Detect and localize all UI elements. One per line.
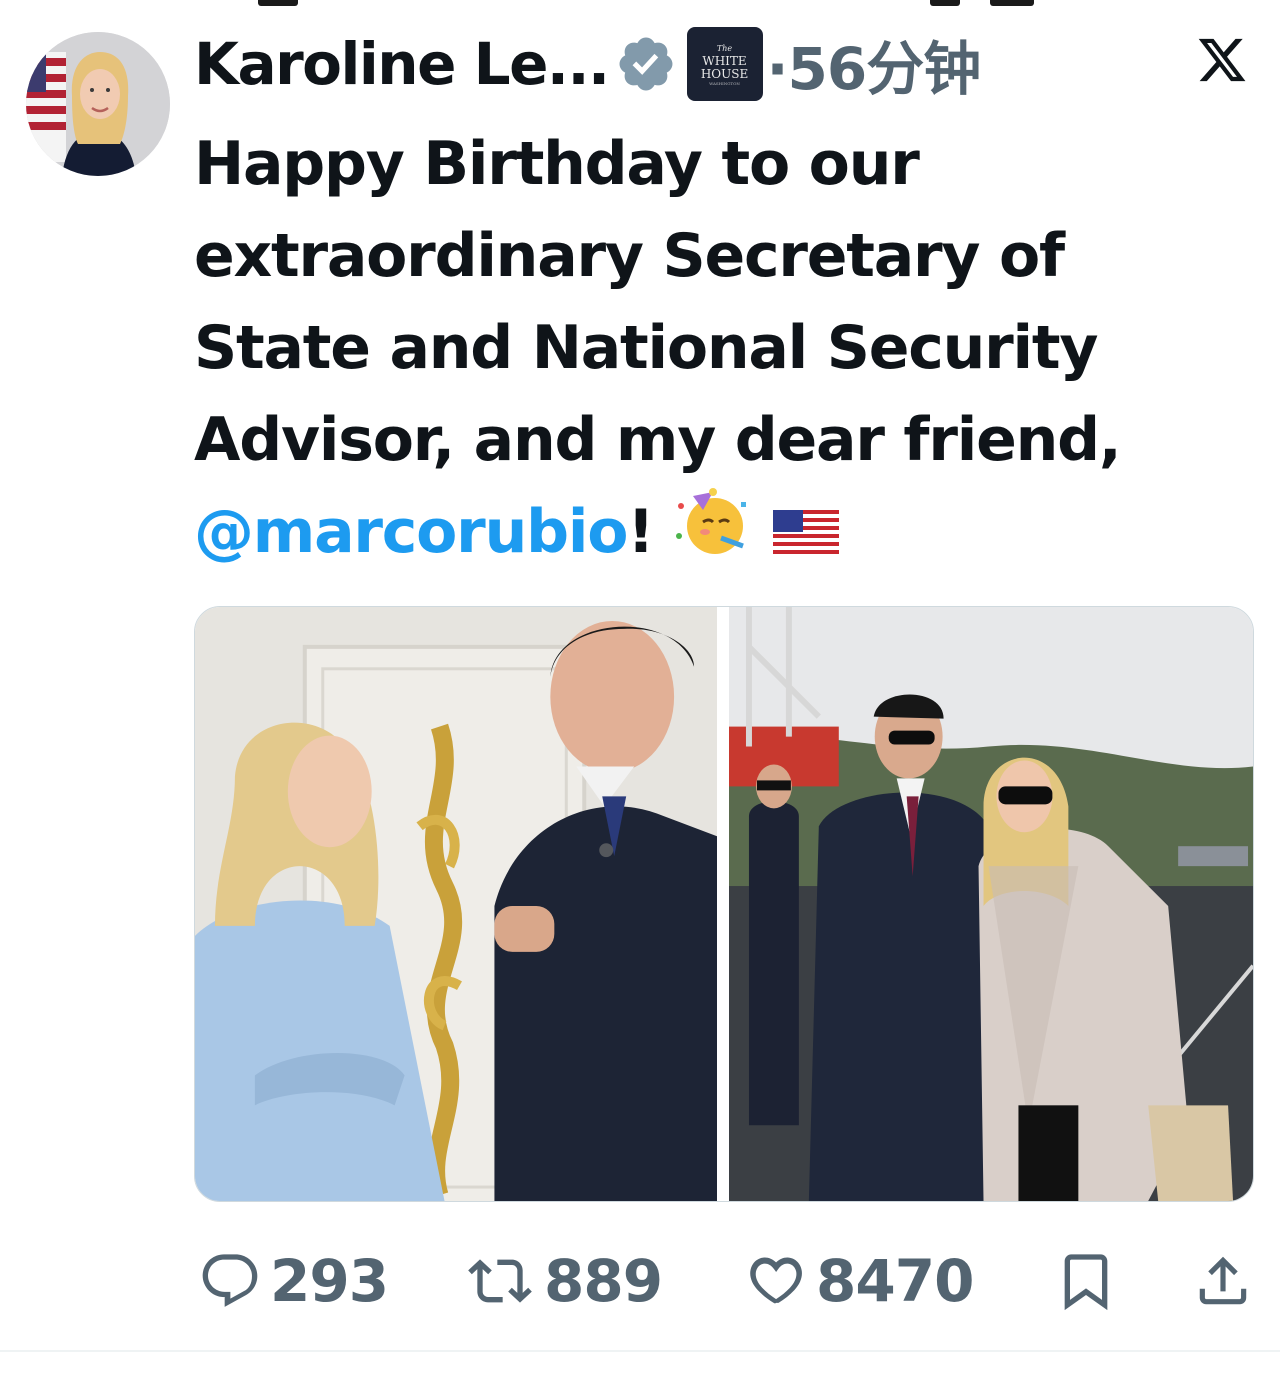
share-button[interactable] (1192, 1226, 1254, 1336)
reply-count: 293 (270, 1247, 389, 1315)
tweet-text-line: Advisor, and my dear friend, (194, 405, 1122, 475)
badge-line-3: HOUSE (700, 66, 749, 81)
previous-tweet-cropped-text (0, 0, 1280, 8)
repost-count: 889 (544, 1247, 663, 1315)
photo-aircraft-carrier-deck[interactable] (729, 607, 1253, 1201)
tweet-media-grid (194, 606, 1254, 1202)
x-logo-icon (1198, 38, 1246, 82)
repost-button[interactable]: 889 (464, 1226, 663, 1336)
heart-icon (750, 1257, 802, 1304)
badge-line-2: WHITE (702, 53, 747, 68)
like-count: 8470 (816, 1247, 974, 1315)
tweet-text-line: extraordinary Secretary of (194, 221, 1065, 291)
reply-button[interactable]: 293 (198, 1226, 389, 1336)
badge-line-1: The (716, 43, 733, 53)
tweet-header: Karoline Le... The WHITE HOUSE WASHINGTO… (194, 26, 981, 103)
photo-indoor-ornate-door[interactable] (195, 607, 718, 1201)
bookmark-button[interactable] (1054, 1226, 1118, 1336)
author-avatar[interactable] (26, 32, 170, 176)
us-flag-emoji (772, 510, 839, 554)
tweet-text-line: State and National Security (194, 313, 1098, 383)
tweet-action-bar: 293 889 8470 (194, 1226, 1254, 1336)
photo-divider (717, 607, 729, 1201)
bookmark-icon (1064, 1254, 1108, 1311)
verified-badge-icon[interactable] (615, 33, 677, 95)
tweet-body: Happy Birthday to our extraordinary Secr… (194, 118, 1194, 578)
badge-line-4: WASHINGTON (709, 80, 740, 86)
flag-backdrop (26, 52, 66, 162)
share-icon (1199, 1256, 1247, 1305)
mention-link[interactable]: @marcorubio (194, 497, 628, 567)
tweet-text-last-line: @marcorubio! (194, 486, 1194, 578)
tweet-separator (0, 1350, 1280, 1352)
author-name[interactable]: Karoline Le... (194, 30, 610, 98)
tweet-text-line: Happy Birthday to our (194, 129, 920, 199)
like-button[interactable]: 8470 (742, 1226, 974, 1336)
white-house-affiliation-badge[interactable]: The WHITE HOUSE WASHINGTON (686, 27, 763, 101)
reply-icon (202, 1254, 258, 1307)
repost-icon (468, 1259, 532, 1303)
tweet-timestamp[interactable]: ·56分钟 (767, 22, 982, 106)
exclamation-text: ! (627, 497, 654, 567)
partying-face-emoji (676, 488, 747, 554)
